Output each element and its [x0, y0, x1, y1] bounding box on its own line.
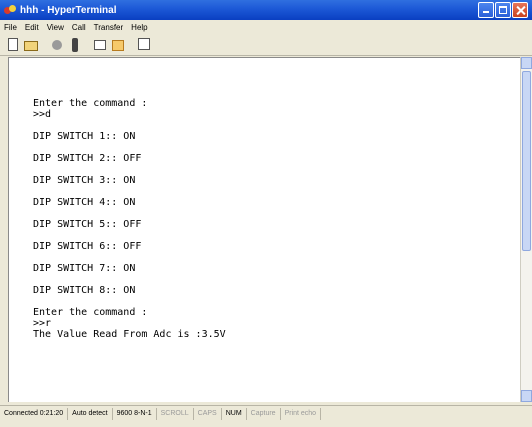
- open-button[interactable]: [24, 38, 38, 52]
- new-button[interactable]: [6, 37, 20, 52]
- status-capture: Capture: [247, 407, 281, 420]
- open-icon: [24, 40, 38, 51]
- terminal-line: DIP SWITCH 4:: ON: [33, 197, 136, 208]
- disconnect-button[interactable]: [68, 37, 82, 52]
- properties-icon: [138, 37, 150, 50]
- toolbar-separator: [86, 38, 90, 52]
- hyperterminal-window: hhh - HyperTerminal File Edit View Call …: [0, 0, 532, 427]
- scroll-up-button[interactable]: [521, 57, 532, 69]
- terminal-line: DIP SWITCH 1:: ON: [33, 131, 136, 142]
- properties-button[interactable]: [138, 37, 152, 52]
- hyperterminal-app-icon: [4, 4, 16, 16]
- menu-bar: File Edit View Call Transfer Help: [0, 20, 532, 34]
- status-baud: 9600 8-N-1: [113, 407, 157, 420]
- receive-icon: [112, 39, 124, 51]
- terminal-line: DIP SWITCH 8:: ON: [33, 285, 136, 296]
- close-button[interactable]: [512, 2, 528, 18]
- terminal-line: Enter the command :: [33, 98, 148, 109]
- status-scroll: SCROLL: [157, 407, 194, 420]
- toolbar-separator: [42, 38, 46, 52]
- receive-button[interactable]: [112, 38, 126, 52]
- terminal-line: DIP SWITCH 6:: OFF: [33, 241, 142, 252]
- vertical-scrollbar[interactable]: [520, 57, 532, 402]
- new-icon: [8, 37, 18, 51]
- menu-call[interactable]: Call: [72, 23, 86, 32]
- maximize-icon: [499, 6, 507, 14]
- terminal-area: Enter the command : >>d DIP SWITCH 1:: ON…: [0, 57, 532, 402]
- minimize-button[interactable]: [478, 2, 494, 18]
- menu-transfer[interactable]: Transfer: [94, 23, 124, 32]
- status-caps: CAPS: [194, 407, 222, 420]
- send-icon: [94, 39, 106, 50]
- terminal-screen[interactable]: Enter the command : >>d DIP SWITCH 1:: ON…: [8, 57, 520, 402]
- send-button[interactable]: [94, 38, 108, 52]
- terminal-line: DIP SWITCH 5:: OFF: [33, 219, 142, 230]
- title-bar[interactable]: hhh - HyperTerminal: [0, 0, 532, 20]
- menu-help[interactable]: Help: [131, 23, 147, 32]
- minimize-icon: [483, 11, 489, 13]
- scroll-thumb[interactable]: [522, 71, 531, 251]
- terminal-output: Enter the command : >>d DIP SWITCH 1:: ON…: [33, 98, 226, 340]
- terminal-line: Enter the command :: [33, 307, 148, 318]
- window-title: hhh - HyperTerminal: [20, 4, 117, 16]
- terminal-line: DIP SWITCH 2:: OFF: [33, 153, 142, 164]
- terminal-line: The Value Read From Adc is :3.5V: [33, 329, 226, 340]
- toolbar: [0, 34, 532, 56]
- window-controls: [478, 2, 528, 18]
- disconnect-icon: [72, 37, 78, 52]
- menu-view[interactable]: View: [47, 23, 64, 32]
- status-num: NUM: [222, 407, 247, 420]
- menu-file[interactable]: File: [4, 23, 17, 32]
- call-icon: [52, 39, 62, 50]
- status-bar: Connected 0:21:20 Auto detect 9600 8-N-1…: [0, 405, 532, 421]
- status-connected: Connected 0:21:20: [0, 407, 69, 420]
- scroll-down-button[interactable]: [521, 390, 532, 402]
- status-echo: Print echo: [281, 407, 322, 420]
- terminal-line: DIP SWITCH 7:: ON: [33, 263, 136, 274]
- toolbar-separator: [130, 38, 134, 52]
- status-detect: Auto detect: [68, 407, 113, 420]
- menu-edit[interactable]: Edit: [25, 23, 39, 32]
- maximize-button[interactable]: [495, 2, 511, 18]
- call-button[interactable]: [50, 38, 64, 52]
- terminal-line: >>d: [33, 109, 52, 120]
- terminal-line: >>r: [33, 318, 52, 329]
- terminal-line: DIP SWITCH 3:: ON: [33, 175, 136, 186]
